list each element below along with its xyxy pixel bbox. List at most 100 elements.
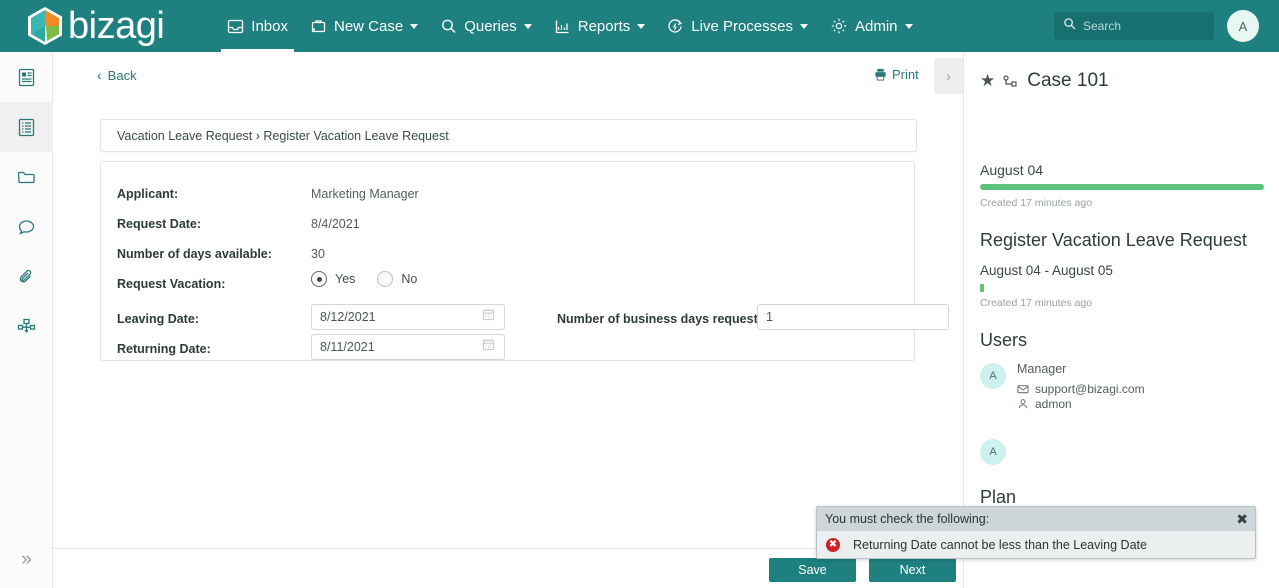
nav-label: Queries bbox=[464, 17, 517, 35]
search-icon bbox=[1063, 17, 1076, 35]
task-progress-bar bbox=[980, 284, 984, 292]
close-icon[interactable]: ✖ bbox=[1236, 510, 1248, 528]
breadcrumb: Vacation Leave Request › Register Vacati… bbox=[100, 119, 917, 152]
collapse-panel-button[interactable]: › bbox=[934, 58, 963, 94]
user-name: Manager bbox=[1017, 362, 1067, 376]
rail-item-summary[interactable] bbox=[0, 52, 53, 102]
case-created-text: Created 17 minutes ago bbox=[980, 197, 1093, 209]
live-process-icon bbox=[667, 18, 684, 35]
field-value: 8/4/2021 bbox=[311, 217, 360, 231]
nav-item-new-case[interactable]: New Case bbox=[299, 0, 429, 52]
rail-item-documents[interactable] bbox=[0, 152, 53, 202]
nav-label: Admin bbox=[854, 17, 898, 35]
task-date-range: August 04 - August 05 bbox=[980, 263, 1113, 278]
user-username: admon bbox=[1035, 397, 1072, 411]
users-heading: Users bbox=[980, 330, 1028, 350]
rail-item-attachments[interactable] bbox=[0, 252, 53, 302]
field-label: Leaving Date: bbox=[117, 312, 199, 326]
nav-item-live-processes[interactable]: Live Processes bbox=[656, 0, 819, 52]
star-icon[interactable]: ★ bbox=[980, 71, 995, 91]
chevron-down-icon bbox=[904, 23, 913, 29]
save-button[interactable]: Save bbox=[769, 558, 856, 582]
request-vacation-radio-group: Yes No bbox=[311, 271, 439, 287]
error-icon: ✖ bbox=[826, 537, 840, 552]
search-placeholder: Search bbox=[1083, 19, 1122, 33]
field-label: Request Date: bbox=[117, 217, 202, 231]
toast-title: You must check the following: bbox=[825, 512, 990, 526]
leaving-date-input[interactable] bbox=[311, 304, 505, 330]
field-label: Returning Date: bbox=[117, 342, 211, 356]
comment-icon bbox=[18, 219, 35, 235]
back-label: Back bbox=[107, 67, 137, 83]
rail-item-form[interactable] bbox=[0, 102, 53, 152]
case-title: ★ Case 101 bbox=[980, 70, 1109, 92]
nav-item-inbox[interactable]: Inbox bbox=[216, 0, 299, 52]
returning-date-input[interactable] bbox=[311, 334, 505, 360]
form-row-days-available: Number of days available: 30 bbox=[101, 244, 916, 274]
workflow-icon bbox=[17, 318, 36, 333]
case-title-text: Case 101 bbox=[1027, 70, 1109, 91]
next-button[interactable]: Next bbox=[869, 558, 956, 582]
field-label: Request Vacation: bbox=[117, 277, 226, 291]
field-value: 30 bbox=[311, 247, 325, 261]
form-row-leaving-date: Leaving Date: Number of business days re… bbox=[101, 304, 949, 339]
field-label: Applicant: bbox=[117, 187, 179, 201]
user-username-row: admon bbox=[1017, 397, 1072, 411]
summary-card-icon bbox=[18, 68, 35, 86]
case-progress-bar bbox=[980, 184, 1264, 190]
printer-icon bbox=[874, 68, 887, 81]
business-days-input[interactable] bbox=[757, 304, 949, 330]
user-email: support@bizagi.com bbox=[1035, 382, 1145, 396]
bizagi-hex-icon bbox=[28, 7, 62, 45]
chart-icon bbox=[554, 18, 571, 35]
chevron-down-icon bbox=[637, 23, 646, 29]
inbox-icon bbox=[227, 18, 244, 35]
nav-item-queries[interactable]: Queries bbox=[429, 0, 543, 52]
top-navigation-bar: bizagi Inbox New Case Queries Reports Li… bbox=[0, 0, 1279, 52]
global-search[interactable]: Search bbox=[1054, 12, 1214, 40]
paperclip-icon bbox=[19, 269, 32, 283]
toast-header: You must check the following: ✖ bbox=[817, 507, 1255, 531]
toast-message: Returning Date cannot be less than the L… bbox=[853, 537, 1147, 552]
validation-error-toast: You must check the following: ✖ ✖ Return… bbox=[816, 506, 1256, 559]
nav-item-admin[interactable]: Admin bbox=[819, 0, 924, 52]
rail-expand-button[interactable]: » bbox=[0, 540, 53, 580]
main-nav: Inbox New Case Queries Reports Live Proc… bbox=[216, 0, 923, 52]
person-icon bbox=[1017, 398, 1029, 410]
search-icon bbox=[440, 18, 457, 35]
toast-body: ✖ Returning Date cannot be less than the… bbox=[817, 531, 1255, 558]
radio-no[interactable] bbox=[377, 271, 394, 287]
user-email-row: support@bizagi.com bbox=[1017, 382, 1145, 396]
radio-yes[interactable] bbox=[311, 271, 327, 287]
rail-item-comments[interactable] bbox=[0, 202, 53, 252]
bizagi-logo[interactable]: bizagi bbox=[26, 5, 165, 47]
form-list-icon bbox=[18, 118, 35, 136]
back-button[interactable]: ‹ Back bbox=[97, 67, 137, 83]
gear-icon bbox=[830, 17, 848, 35]
field-value: Marketing Manager bbox=[311, 187, 419, 201]
nav-label: New Case bbox=[334, 17, 404, 35]
nav-item-reports[interactable]: Reports bbox=[543, 0, 657, 52]
left-icon-rail: » bbox=[0, 52, 53, 588]
avatar: A bbox=[980, 439, 1006, 465]
avatar: A bbox=[980, 363, 1006, 389]
envelope-icon bbox=[1017, 383, 1029, 395]
business-days-label: Number of business days requested: bbox=[557, 312, 777, 326]
case-form: Applicant: Marketing Manager Request Dat… bbox=[100, 161, 949, 361]
nav-label: Reports bbox=[577, 17, 631, 35]
field-label: Number of days available: bbox=[117, 247, 272, 261]
chevron-down-icon bbox=[410, 23, 419, 29]
form-row-request-vacation: Request Vacation: Yes No bbox=[101, 271, 916, 304]
print-button[interactable]: Print bbox=[874, 67, 919, 82]
logo-wordmark: bizagi bbox=[68, 5, 165, 47]
form-row-returning-date: Returning Date: bbox=[101, 334, 916, 369]
chevron-down-icon bbox=[523, 23, 532, 29]
nav-label: Inbox bbox=[251, 17, 288, 35]
user-avatar[interactable]: A bbox=[1227, 10, 1259, 42]
form-row-request-date: Request Date: 8/4/2021 bbox=[101, 214, 916, 244]
folder-icon bbox=[17, 171, 35, 183]
share-icon[interactable] bbox=[1002, 73, 1018, 89]
main-toolbar: ‹ Back Print › bbox=[53, 52, 963, 97]
rail-item-workflow[interactable] bbox=[0, 302, 53, 352]
chevron-down-icon bbox=[799, 23, 808, 29]
